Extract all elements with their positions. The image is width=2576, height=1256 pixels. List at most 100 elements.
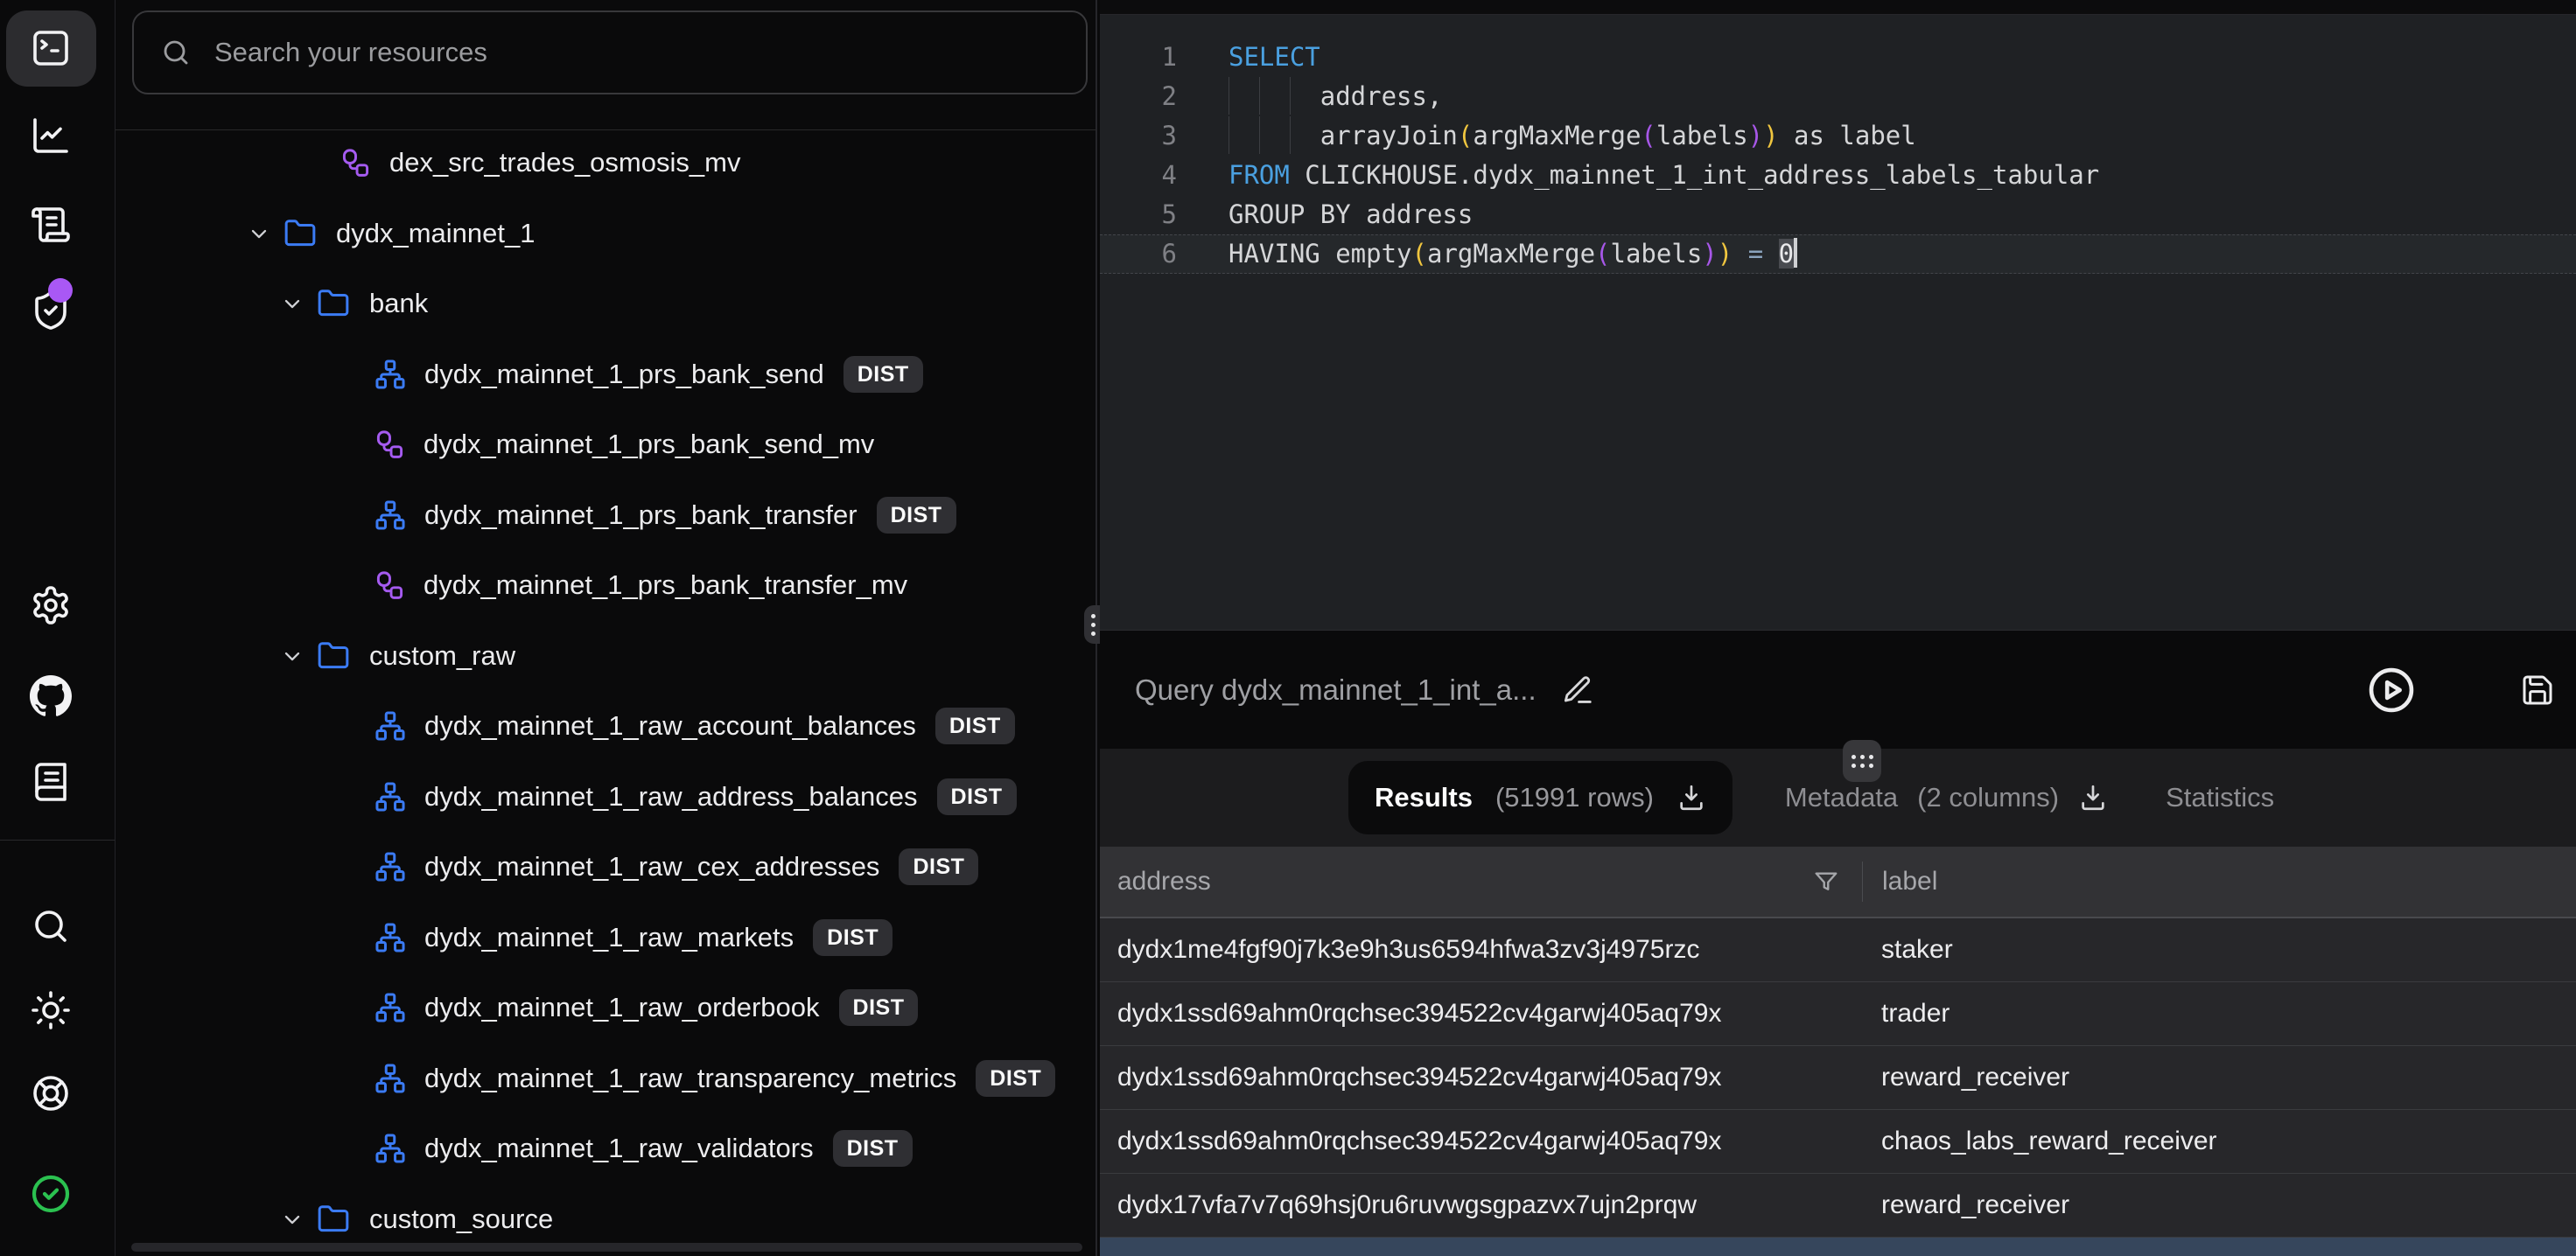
dist-badge: DIST xyxy=(813,919,892,956)
download-metadata-icon[interactable] xyxy=(2078,783,2108,813)
cell-label: reward_receiver xyxy=(1862,1190,2069,1220)
tab-statistics[interactable]: Statistics xyxy=(2166,782,2274,813)
tree-item-table[interactable]: dydx_mainnet_1_raw_cex_addressesDIST xyxy=(116,832,1096,903)
cell-label: chaos_labs_reward_receiver xyxy=(1862,1127,2217,1156)
line-number: 5 xyxy=(1100,195,1177,234)
folder-icon xyxy=(317,639,350,673)
table-icon xyxy=(374,780,407,813)
code-line[interactable]: 2address, xyxy=(1100,77,2576,116)
line-number: 1 xyxy=(1100,38,1177,77)
table-icon xyxy=(374,1062,407,1095)
results-table-body: dydx1me4fgf90j7k3e9h3us6594hfwa3zv3j4975… xyxy=(1100,918,2576,1238)
dist-badge: DIST xyxy=(839,989,919,1026)
table-icon xyxy=(374,921,407,954)
dist-badge: DIST xyxy=(937,778,1017,815)
table-row[interactable]: dydx1ssd69ahm0rqchsec394522cv4garwj405aq… xyxy=(1100,1046,2576,1110)
search-input[interactable] xyxy=(213,36,1086,69)
code-line[interactable]: 1 SELECT xyxy=(1100,38,2576,77)
tab-results[interactable]: Results (51991 rows) xyxy=(1348,761,1732,834)
cell-label: staker xyxy=(1862,935,1953,965)
folder-icon xyxy=(317,1203,350,1236)
tab-results-count: (51991 rows) xyxy=(1495,782,1654,813)
tree-item-mv[interactable]: dydx_mainnet_1_prs_bank_transfer_mv xyxy=(116,550,1096,621)
code-line[interactable]: 5GROUP BY address xyxy=(1100,195,2576,234)
table-icon xyxy=(374,1132,407,1165)
scroll-icon[interactable] xyxy=(30,204,72,246)
column-header-address[interactable]: address xyxy=(1100,847,1862,917)
tab-metadata[interactable]: Metadata (2 columns) xyxy=(1785,782,2108,813)
table-row[interactable]: dydx1ssd69ahm0rqchsec394522cv4garwj405aq… xyxy=(1100,1110,2576,1174)
address-column-label: address xyxy=(1117,867,1211,897)
filter-icon[interactable] xyxy=(1813,869,1839,895)
column-header-label[interactable]: label xyxy=(1863,867,1937,897)
sun-icon[interactable] xyxy=(30,989,72,1031)
cell-address: dydx1ssd69ahm0rqchsec394522cv4garwj405aq… xyxy=(1100,999,1862,1029)
line-chart-icon[interactable] xyxy=(30,115,72,157)
query-title: Query dydx_mainnet_1_int_a... xyxy=(1135,673,1536,707)
tree-item-table[interactable]: dydx_mainnet_1_raw_marketsDIST xyxy=(116,903,1096,973)
code-text: arrayJoin(argMaxMerge(labels)) as label xyxy=(1228,116,1916,156)
tree-item-mv[interactable]: dex_src_trades_osmosis_mv xyxy=(116,128,1096,199)
cell-label: trader xyxy=(1862,999,1950,1029)
chevron-down-icon[interactable] xyxy=(280,1207,304,1232)
table-row[interactable]: dydx1me4fgf90j7k3e9h3us6594hfwa3zv3j4975… xyxy=(1100,918,2576,982)
cell-address: dydx17vfa7v7q69hsj0ru6ruvwgsgpazvx7ujn2p… xyxy=(1100,1190,1862,1220)
selected-row-strip[interactable] xyxy=(1100,1238,2576,1256)
life-buoy-icon[interactable] xyxy=(30,1072,72,1114)
save-query-button[interactable] xyxy=(2520,673,2555,708)
chevron-down-icon[interactable] xyxy=(280,644,304,668)
tree-item-table[interactable]: dydx_mainnet_1_raw_address_balances DIST xyxy=(116,762,1096,833)
code-line[interactable]: 3 arrayJoin(argMaxMerge(labels)) as label xyxy=(1100,116,2576,156)
results-resize-handle[interactable] xyxy=(1843,740,1881,782)
github-icon[interactable] xyxy=(30,674,72,716)
chevron-down-icon[interactable] xyxy=(247,221,271,246)
tree-item-table[interactable]: dydx_mainnet_1_raw_orderbookDIST xyxy=(116,973,1096,1043)
search-icon[interactable] xyxy=(30,905,72,947)
gear-icon[interactable] xyxy=(30,584,72,626)
tree-item-table[interactable]: dydx_mainnet_1_prs_bank_sendDIST xyxy=(116,339,1096,410)
code-line[interactable]: 4FROM CLICKHOUSE.dydx_mainnet_1_int_addr… xyxy=(1100,156,2576,195)
tree-item-label: dydx_mainnet_1_prs_bank_send xyxy=(424,359,824,390)
tab-metadata-count: (2 columns) xyxy=(1917,782,2059,813)
line-number: 3 xyxy=(1100,116,1177,156)
dist-badge: DIST xyxy=(935,708,1015,744)
tree-item-label: dydx_mainnet_1_raw_address_balances xyxy=(424,781,918,813)
tab-metadata-label: Metadata xyxy=(1785,782,1898,813)
tree-item-label: dydx_mainnet_1 xyxy=(336,218,536,249)
resource-search[interactable] xyxy=(132,10,1088,94)
tree-item-table[interactable]: dydx_mainnet_1_raw_transparency_metricsD… xyxy=(116,1043,1096,1114)
tree-item-label: dex_src_trades_osmosis_mv xyxy=(389,147,740,178)
code-text: SELECT xyxy=(1228,38,1320,77)
tree-item-table[interactable]: dydx_mainnet_1_raw_account_balances DIST xyxy=(116,691,1096,762)
code-line-active[interactable]: 6HAVING empty(argMaxMerge(labels)) = 0 xyxy=(1100,234,2576,274)
tree-item-folder[interactable]: custom_raw xyxy=(116,621,1096,692)
text-cursor xyxy=(1794,238,1797,268)
resource-tree: dex_src_trades_osmosis_mv dydx_mainnet_1b… xyxy=(116,128,1096,1254)
cell-address: dydx1me4fgf90j7k3e9h3us6594hfwa3zv3j4975… xyxy=(1100,935,1862,965)
tree-item-table[interactable]: dydx_mainnet_1_prs_bank_transferDIST xyxy=(116,480,1096,551)
edit-pencil-icon[interactable] xyxy=(1561,673,1594,707)
book-icon[interactable] xyxy=(30,761,72,803)
dist-badge: DIST xyxy=(899,848,978,885)
tree-item-label: custom_raw xyxy=(369,640,515,672)
chevron-down-icon[interactable] xyxy=(280,291,304,316)
app-window: dex_src_trades_osmosis_mv dydx_mainnet_1b… xyxy=(0,0,2576,1256)
tree-item-folder[interactable]: dydx_mainnet_1 xyxy=(116,199,1096,269)
table-row[interactable]: dydx1ssd69ahm0rqchsec394522cv4garwj405aq… xyxy=(1100,982,2576,1046)
tree-item-folder[interactable]: bank xyxy=(116,269,1096,339)
workspace: 1 SELECT2address,3 arrayJoin(argMaxMerge(l… xyxy=(1100,0,2576,1256)
notification-dot xyxy=(48,278,73,303)
download-results-icon[interactable] xyxy=(1676,783,1706,813)
table-icon xyxy=(374,358,407,391)
line-number: 4 xyxy=(1100,156,1177,195)
table-row[interactable]: dydx17vfa7v7q69hsj0ru6ruvwgsgpazvx7ujn2p… xyxy=(1100,1174,2576,1238)
tree-item-label: dydx_mainnet_1_raw_account_balances xyxy=(424,710,916,742)
terminal-icon[interactable] xyxy=(30,27,72,69)
horizontal-scrollbar[interactable] xyxy=(131,1243,1082,1252)
indent-guides xyxy=(1228,116,1320,154)
sql-editor[interactable]: 1 SELECT2address,3 arrayJoin(argMaxMerge(l… xyxy=(1100,15,2576,630)
tree-item-mv[interactable]: dydx_mainnet_1_prs_bank_send_mv xyxy=(116,409,1096,480)
status-check-icon[interactable] xyxy=(30,1173,72,1215)
run-query-button[interactable] xyxy=(2366,665,2417,715)
tree-item-table[interactable]: dydx_mainnet_1_raw_validatorsDIST xyxy=(116,1113,1096,1184)
